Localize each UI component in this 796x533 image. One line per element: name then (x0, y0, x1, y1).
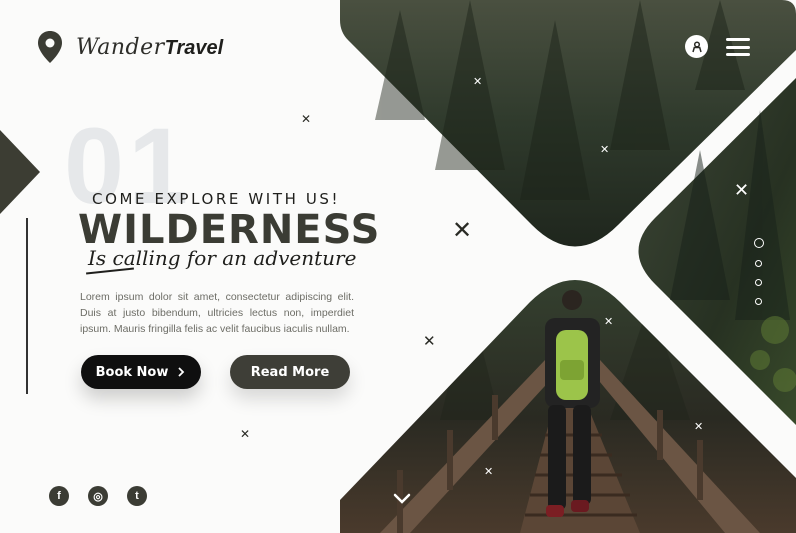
slide-dot-3[interactable] (755, 279, 762, 286)
chevron-right-icon (178, 367, 185, 377)
decor-cross: ✕ (484, 465, 494, 478)
chevron-down-icon[interactable] (392, 492, 412, 506)
menu-bar (726, 53, 750, 56)
read-more-label: Read More (250, 364, 330, 380)
hero-tagline: Is calling for an adventure (88, 246, 357, 270)
brand-bold: Travel (164, 36, 224, 59)
side-accent-tab (0, 130, 40, 214)
hero-description: Lorem ipsum dolor sit amet, consectetur … (80, 291, 354, 335)
decor-cross: ✕ (473, 75, 483, 88)
twitter-glyph: t (135, 490, 139, 502)
instagram-glyph: ◎ (93, 490, 103, 503)
user-account-button[interactable] (685, 35, 708, 58)
brand-script: Wander (76, 34, 165, 60)
hero-kicker: COME EXPLORE WITH US! (92, 190, 341, 208)
facebook-icon[interactable]: f (49, 486, 69, 506)
decor-cross: ✕ (423, 332, 436, 350)
instagram-icon[interactable]: ◎ (88, 486, 108, 506)
slider-pagination (753, 238, 764, 305)
map-pin-icon (38, 31, 62, 63)
hamburger-menu-icon[interactable] (726, 38, 750, 56)
facebook-glyph: f (57, 490, 61, 502)
decor-cross: ✕ (452, 216, 473, 244)
book-now-button[interactable]: Book Now (81, 355, 201, 389)
decor-cross: ✕ (240, 427, 251, 441)
slide-dot-2[interactable] (755, 260, 762, 267)
read-more-button[interactable]: Read More (230, 355, 350, 389)
twitter-icon[interactable]: t (127, 486, 147, 506)
menu-bar (726, 38, 750, 41)
slide-dot-1[interactable] (753, 238, 764, 248)
decor-cross: ✕ (734, 180, 750, 201)
brand-name: Wander Travel (76, 35, 223, 60)
slide-dot-4[interactable] (755, 298, 762, 305)
menu-bar (726, 45, 750, 49)
decor-cross: ✕ (301, 112, 312, 126)
decor-cross: ✕ (600, 143, 610, 156)
landing-page: Wander Travel 01 COME EXPLORE WITH US! W… (0, 0, 796, 533)
brand-logo[interactable]: Wander Travel (36, 30, 223, 64)
decor-cross: ✕ (604, 315, 614, 328)
decor-cross: ✕ (694, 420, 704, 433)
book-now-label: Book Now (95, 364, 169, 380)
user-icon (691, 40, 702, 52)
side-accent-line (26, 218, 28, 394)
